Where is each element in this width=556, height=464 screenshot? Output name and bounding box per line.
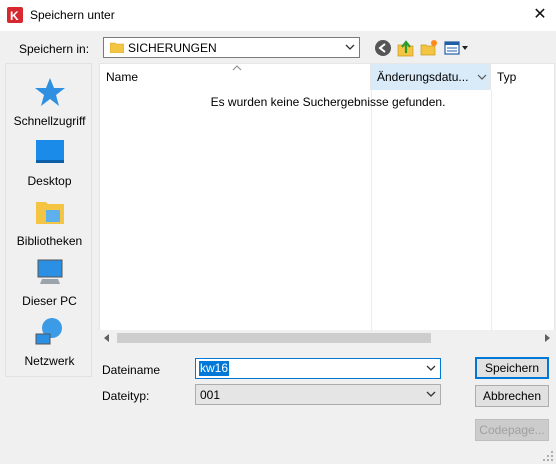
- location-label: Speichern in:: [19, 42, 90, 56]
- filename-value: kw16: [199, 361, 230, 376]
- filename-label: Dateiname: [102, 363, 161, 377]
- folder-icon: [110, 42, 124, 53]
- column-header-type[interactable]: Typ: [491, 64, 556, 90]
- title-bar: K Speichern unter ✕: [0, 0, 556, 31]
- scrollbar-thumb[interactable]: [117, 333, 431, 343]
- chevron-down-icon[interactable]: [477, 74, 487, 81]
- libraries-icon: [36, 202, 64, 224]
- back-icon[interactable]: [374, 39, 392, 57]
- sort-indicator-icon: [232, 65, 242, 71]
- desktop-icon: [36, 140, 64, 163]
- chevron-down-icon[interactable]: [426, 364, 436, 372]
- horizontal-scrollbar[interactable]: [99, 330, 555, 346]
- chevron-down-icon: [345, 44, 355, 50]
- empty-message: Es wurden keine Suchergebnisse gefunden.: [210, 95, 446, 109]
- place-libraries[interactable]: Bibliotheken: [6, 194, 93, 254]
- place-label: Dieser PC: [22, 294, 77, 308]
- column-header-modified[interactable]: Änderungsdatu...: [371, 64, 491, 90]
- place-quick-access[interactable]: Schnellzugriff: [6, 74, 93, 134]
- app-icon: K: [7, 7, 23, 23]
- close-button[interactable]: ✕: [528, 4, 552, 26]
- network-icon: [35, 318, 62, 345]
- filetype-value: 001: [200, 388, 221, 402]
- view-menu-icon[interactable]: [444, 39, 470, 57]
- place-label: Desktop: [27, 174, 72, 188]
- up-folder-icon[interactable]: [397, 39, 415, 57]
- cancel-button[interactable]: Abbrechen: [475, 385, 549, 407]
- place-label: Schnellzugriff: [13, 114, 86, 128]
- location-combobox[interactable]: SICHERUNGEN: [103, 37, 360, 58]
- computer-icon: [37, 259, 63, 284]
- resize-grip-icon[interactable]: [543, 451, 554, 462]
- location-value: SICHERUNGEN: [128, 41, 217, 55]
- place-label: Bibliotheken: [16, 234, 83, 248]
- save-button[interactable]: Speichern: [475, 357, 549, 379]
- scroll-right-icon[interactable]: [543, 334, 551, 342]
- window-title: Speichern unter: [30, 8, 115, 22]
- places-bar: Schnellzugriff Desktop Bibliotheken Dies…: [5, 63, 92, 377]
- file-list[interactable]: Name Änderungsdatu... Typ Es wurden kein…: [99, 63, 555, 346]
- place-network[interactable]: Netzwerk: [6, 314, 93, 374]
- chevron-down-icon: [426, 391, 436, 397]
- place-desktop[interactable]: Desktop: [6, 134, 93, 194]
- place-this-pc[interactable]: Dieser PC: [6, 254, 93, 314]
- star-icon: [35, 78, 65, 106]
- filetype-label: Dateityp:: [102, 389, 150, 403]
- column-label: Änderungsdatu...: [377, 70, 469, 84]
- column-divider: [491, 90, 492, 330]
- filetype-select[interactable]: 001: [195, 384, 441, 405]
- svg-text:K: K: [10, 9, 19, 23]
- new-folder-icon[interactable]: [420, 39, 438, 57]
- filename-field[interactable]: kw16: [195, 358, 441, 379]
- scroll-left-icon[interactable]: [103, 334, 111, 342]
- column-label: Typ: [497, 70, 517, 84]
- column-divider: [371, 90, 372, 330]
- codepage-button[interactable]: Codepage...: [475, 419, 549, 441]
- place-label: Netzwerk: [24, 354, 75, 368]
- column-label: Name: [106, 70, 139, 84]
